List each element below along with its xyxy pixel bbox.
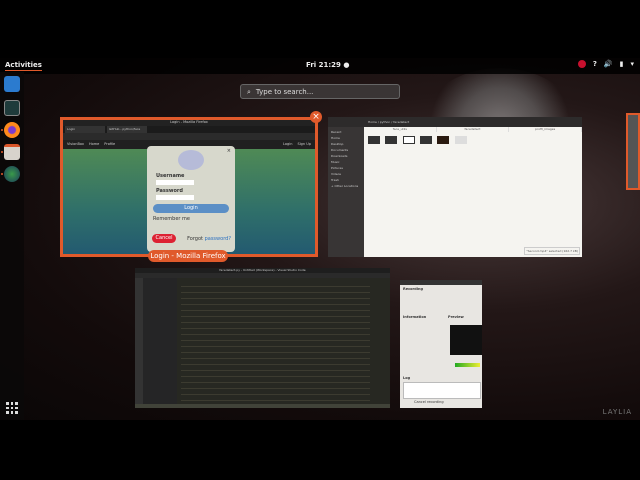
watermark: LAYLIA <box>602 408 632 416</box>
file-thumbnail[interactable] <box>420 136 432 144</box>
recording-indicator-icon[interactable] <box>577 60 586 68</box>
password-field[interactable] <box>156 195 194 200</box>
status-bar <box>135 404 390 408</box>
log-area <box>403 382 481 399</box>
close-window-icon[interactable]: × <box>310 111 322 123</box>
running-indicator <box>1 173 3 175</box>
vscode-window-thumbnail[interactable]: facedetect.py - Untitled (Workspace) - V… <box>135 268 390 408</box>
url-bar[interactable] <box>63 133 315 140</box>
show-applications-icon[interactable] <box>6 402 18 414</box>
window-caption: Login - Mozilla Firefox <box>148 250 228 262</box>
system-tray[interactable]: ? 🔊 ▮ ▾ <box>577 60 634 68</box>
column-tabs: face_utils facedetect profil_images <box>364 127 582 132</box>
tab-github[interactable]: GitHub - python/face <box>107 126 147 133</box>
firefox-window-thumbnail[interactable]: Login - Mozilla Firefox Login GitHub - p… <box>60 117 318 257</box>
battery-icon: ▮ <box>619 60 624 68</box>
tab-login[interactable]: Login <box>65 126 105 133</box>
file-thumbnail[interactable] <box>437 136 449 144</box>
gnome-activities-overview: Activities Fri 21:29 ● ? 🔊 ▮ ▾ ⌕ Type to … <box>0 58 640 420</box>
cancel-button[interactable]: Cancel <box>152 234 176 243</box>
audio-meter <box>455 363 480 367</box>
files-sidebar: Recent Home Desktop Documents Downloads … <box>328 127 364 257</box>
remember-me-checkbox[interactable]: Remember me <box>153 216 190 222</box>
file-thumbnail[interactable] <box>368 136 380 144</box>
dash <box>0 72 24 420</box>
explorer-tree <box>143 278 177 404</box>
activities-button[interactable]: Activities <box>5 61 42 71</box>
status-bar: "Second.mp4" selected (162.7 kB) <box>524 247 580 255</box>
files-icon[interactable] <box>4 144 20 160</box>
files-window-thumbnail[interactable]: Home / python / facedetect Recent Home D… <box>328 117 582 257</box>
help-icon: ? <box>592 60 597 68</box>
login-modal: × Username Password Login Remember me Ca… <box>147 146 235 252</box>
search-icon: ⌕ <box>247 88 251 96</box>
activity-bar <box>135 278 143 404</box>
workspace-thumbnail[interactable] <box>626 113 640 190</box>
forgot-password: Forgot password? <box>187 236 231 242</box>
tab-bar: Login GitHub - python/face <box>63 126 315 133</box>
screenshot-app-icon[interactable] <box>4 166 20 182</box>
running-indicator <box>1 151 3 153</box>
top-bar: Activities Fri 21:29 ● ? 🔊 ▮ ▾ <box>0 58 640 74</box>
clock[interactable]: Fri 21:29 ● <box>306 61 349 69</box>
preview-image <box>450 325 482 355</box>
screen-recorder-window-thumbnail[interactable]: Recording Information Preview Log Cancel… <box>400 280 482 408</box>
file-thumbnail[interactable] <box>403 136 415 144</box>
volume-icon: 🔊 <box>603 60 613 68</box>
login-button[interactable]: Login <box>153 204 229 213</box>
sidebar-item[interactable]: + Other Locations <box>331 184 361 190</box>
close-icon[interactable]: × <box>227 148 231 154</box>
path-bar[interactable]: Home / python / facedetect <box>328 117 582 127</box>
vscode-icon[interactable] <box>4 76 20 92</box>
chevron-down-icon: ▾ <box>630 60 634 68</box>
avatar <box>178 150 204 170</box>
cancel-recording-button[interactable]: Cancel recording <box>414 400 444 404</box>
search-input[interactable]: ⌕ Type to search... <box>240 84 400 99</box>
window-title <box>400 280 482 285</box>
file-thumbnail[interactable] <box>455 136 467 144</box>
file-thumbnail[interactable] <box>385 136 397 144</box>
firefox-icon[interactable] <box>4 122 20 138</box>
system-monitor-icon[interactable] <box>4 100 20 116</box>
code-editor <box>181 283 370 403</box>
username-field[interactable] <box>156 180 194 185</box>
running-indicator <box>1 129 3 131</box>
